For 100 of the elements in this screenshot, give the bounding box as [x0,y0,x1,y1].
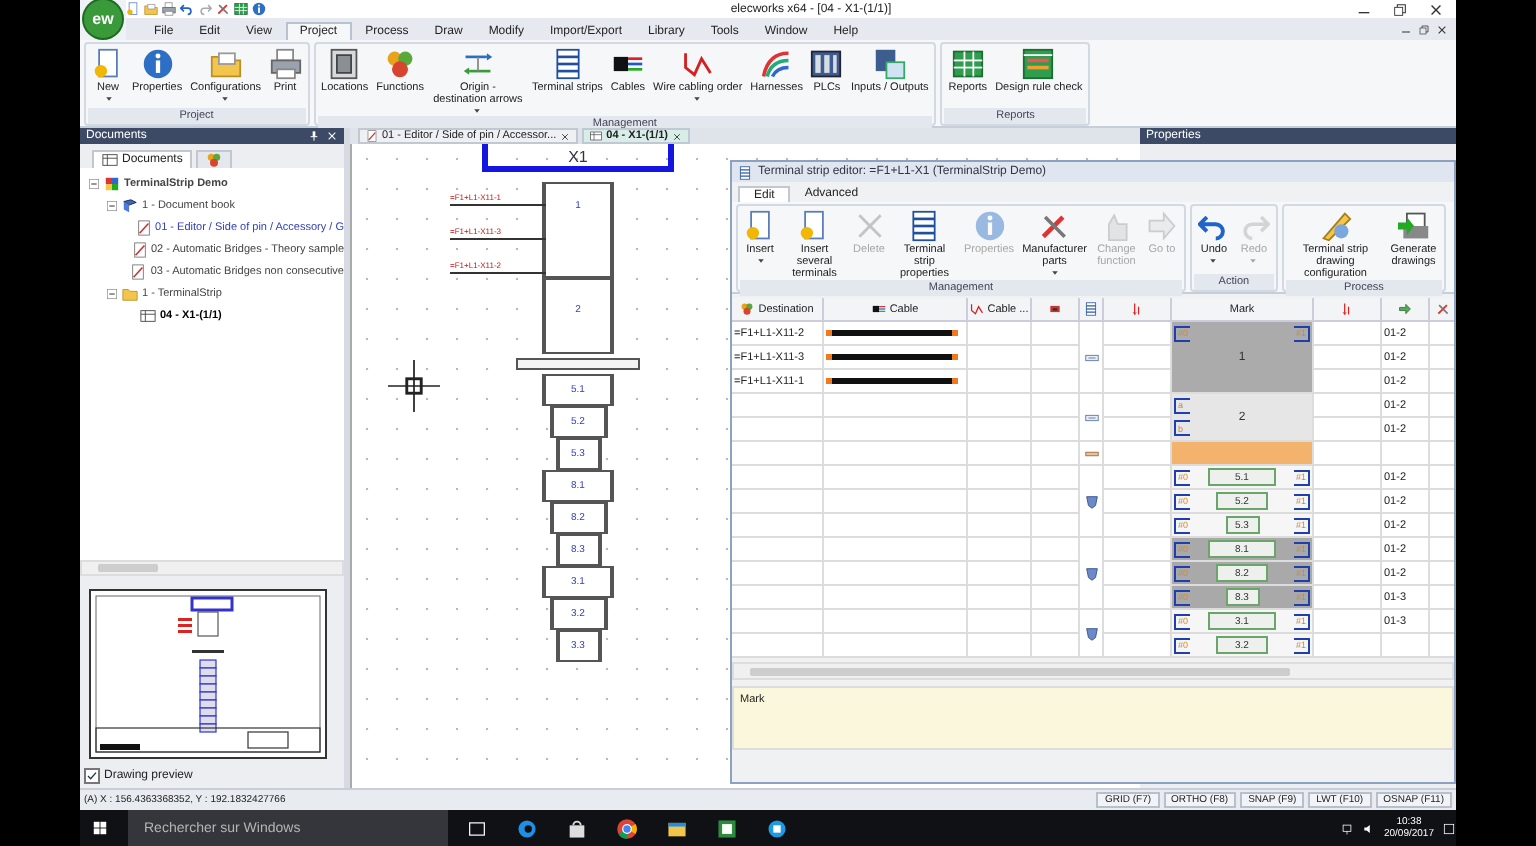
app-logo[interactable]: ew [84,0,122,38]
column-header[interactable] [1382,298,1430,322]
pin-icon[interactable] [308,130,320,142]
plug-icon [1048,302,1062,316]
sort-icon [1340,302,1354,316]
table-cell [968,610,1032,634]
page-icon [135,220,152,237]
app-icon [716,817,738,839]
tools-icon [1038,210,1071,242]
column-header[interactable] [1032,298,1080,322]
arrow-icon [1398,302,1412,316]
caret-icon [1208,256,1219,267]
terminal-strip-icon [908,210,941,242]
shopping-bag-icon [566,817,588,839]
chat-icon [766,817,788,839]
cross-icon [853,210,885,242]
caret-icon [103,94,113,105]
printer-icon[interactable] [162,2,176,16]
document-icon [744,210,776,242]
jumper-icon [1083,409,1099,425]
tools-icon[interactable] [216,2,230,16]
restore-icon[interactable] [1392,1,1408,17]
terminal-strip-icon [738,165,752,179]
harness-icon [760,48,793,80]
generate-icon [1397,210,1430,242]
table-cell [732,634,824,658]
checkmark-icon [86,770,98,783]
column-header[interactable] [1080,298,1104,322]
table-cell [732,466,824,490]
table-cell [968,442,1032,466]
table-cell [732,442,824,466]
notification-icon[interactable] [1442,821,1456,835]
scrollbar[interactable] [732,662,1454,680]
folder-icon [666,817,688,839]
close-icon[interactable] [1428,1,1444,17]
browser-icon [516,817,538,839]
cabinet-icon [328,48,361,80]
arrow-right-icon [1145,210,1178,242]
io-module-icon [873,48,906,80]
info-icon [973,210,1006,242]
folder-icon [209,48,242,80]
round-logo-icon [616,817,638,839]
table-cell [1382,634,1430,658]
cable-bar [826,354,958,360]
sheet-icon [140,308,156,325]
table-cell [732,394,824,418]
table-cell [1032,394,1080,418]
undo-icon [1197,210,1230,242]
table-cell [968,538,1032,562]
document-icon[interactable] [126,2,140,16]
table-cell [968,394,1032,418]
table-cell [968,490,1032,514]
collapse-icon[interactable] [88,178,100,191]
table-cell [968,418,1032,442]
table-icon [951,48,984,80]
close-icon[interactable] [1436,24,1448,36]
table-cell [968,514,1032,538]
redo-icon [1237,210,1270,242]
puzzle-icon [740,302,755,316]
table-icon[interactable] [234,2,248,16]
checkbox[interactable] [84,768,100,785]
end-plate [516,358,640,370]
scrollbar-thumb[interactable] [98,564,158,573]
wire-icon [681,48,714,80]
collapse-icon[interactable] [106,200,118,213]
info-icon [141,48,174,80]
table-cell [1032,466,1080,490]
table-cell [968,562,1032,586]
windows-logo-icon [92,820,108,836]
table-cell [732,586,824,610]
folder-icon [122,286,138,303]
puzzle-icon [206,151,223,168]
collapse-icon[interactable] [106,288,118,301]
printer-icon [269,48,302,80]
project-icon [104,176,120,193]
table-cell [968,634,1032,658]
table-cell [1032,490,1080,514]
table-cell [824,442,968,466]
table-cell [1032,538,1080,562]
cable-bar [826,378,958,384]
table-cell [1032,562,1080,586]
level-terminal-icon [1083,625,1099,641]
table-cell [1032,322,1080,346]
wire-icon [969,302,984,316]
caret-icon [692,94,703,105]
table-cell [1382,442,1430,466]
page-icon [131,242,147,259]
crosshair-cursor-icon [388,360,440,412]
puzzle-icon [384,48,417,80]
checklist-icon [1022,48,1055,80]
speaker-icon[interactable] [1361,821,1376,835]
table-cell [1032,346,1080,370]
restore-icon[interactable] [1418,24,1430,36]
tools-icon [1436,302,1450,316]
level-terminal-icon [1083,493,1099,509]
info-icon[interactable] [252,2,266,16]
page-icon [130,264,147,281]
undo-icon[interactable] [180,2,194,16]
network-icon[interactable] [1339,821,1354,835]
panel-tab[interactable] [196,149,233,168]
